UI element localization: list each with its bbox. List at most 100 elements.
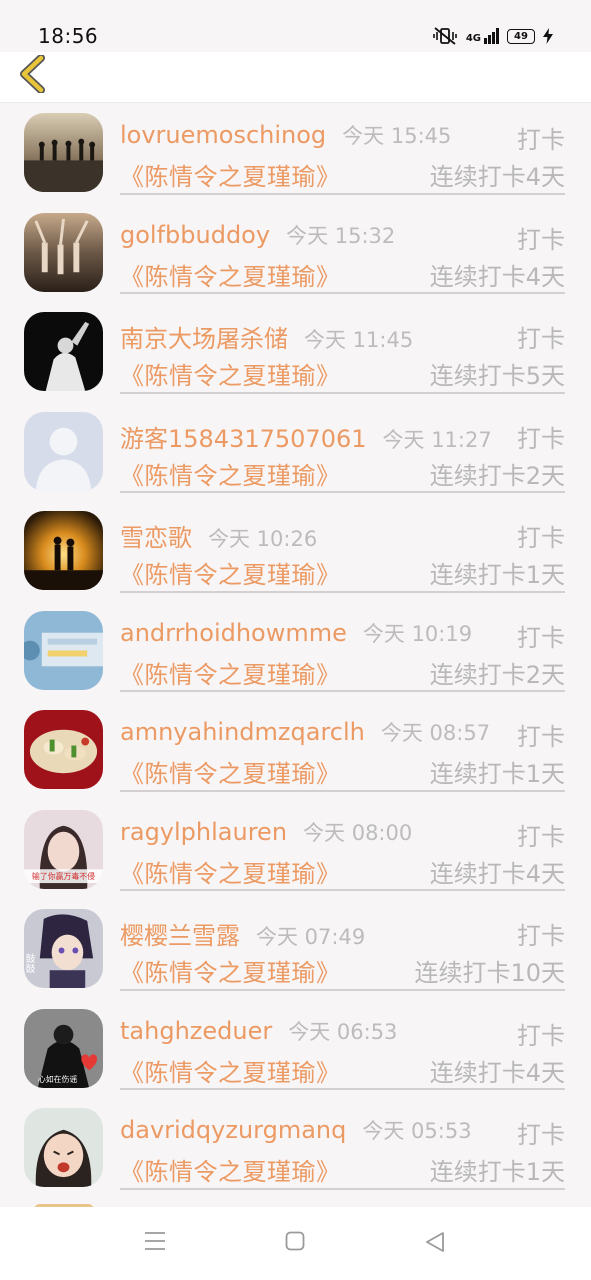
back-arrow-icon bbox=[20, 55, 45, 93]
checkin-label: 打卡 bbox=[517, 623, 565, 652]
menu-icon[interactable] bbox=[144, 1231, 166, 1251]
divider bbox=[120, 590, 565, 593]
list-item[interactable]: 南京大场屠杀储 今天 11:45 打卡 《陈情令之夏瑾瑜》 连续打卡5天 bbox=[0, 302, 591, 402]
divider bbox=[120, 391, 565, 394]
divider bbox=[120, 1088, 565, 1090]
avatar[interactable] bbox=[24, 113, 103, 192]
checkin-time: 今天 11:27 bbox=[382, 427, 492, 452]
user-name[interactable]: lovruemoschinog 今天 15:45 bbox=[120, 120, 451, 150]
checkin-time: 今天 15:32 bbox=[286, 223, 396, 248]
home-icon[interactable] bbox=[285, 1231, 305, 1251]
avatar[interactable] bbox=[24, 710, 103, 789]
avatar-overlay-text: 鼓鼓 bbox=[24, 952, 35, 974]
avatar[interactable] bbox=[24, 610, 103, 690]
avatar[interactable]: 心如在伤谣 bbox=[24, 1008, 103, 1088]
vibrate-mute-icon bbox=[433, 27, 457, 45]
battery-icon: 49 bbox=[507, 28, 535, 44]
avatar-overlay-text: 心如在伤谣 bbox=[38, 1074, 78, 1084]
user-name[interactable]: 游客1584317507061 今天 11:27 bbox=[120, 419, 492, 454]
checkin-label: 打卡 bbox=[517, 325, 565, 353]
book-title[interactable]: 《陈情令之夏瑾瑜》 bbox=[120, 754, 341, 789]
user-name[interactable]: ragylphlauren 今天 08:00 bbox=[120, 817, 412, 847]
book-title[interactable]: 《陈情令之夏瑾瑜》 bbox=[120, 655, 341, 690]
avatar[interactable] bbox=[24, 411, 103, 491]
list-item[interactable]: 心如在伤谣 tahghzeduer 今天 06:53 打卡 《陈情令之夏瑾瑜》 … bbox=[0, 999, 591, 1099]
avatar[interactable]: 输了你赢万毒不侵 bbox=[24, 809, 103, 889]
user-name[interactable]: davridqyzurgmanq 今天 05:53 bbox=[120, 1115, 472, 1145]
book-title[interactable]: 《陈情令之夏瑾瑜》 bbox=[120, 356, 341, 391]
list-item[interactable]: 输了你赢万毒不侵 ragylphlauren 今天 08:00 打卡 《陈情令之… bbox=[0, 800, 591, 900]
streak-text: 连续打卡2天 bbox=[429, 461, 565, 490]
avatar[interactable] bbox=[24, 312, 103, 391]
checkin-label: 打卡 bbox=[517, 822, 565, 851]
list-item[interactable]: andrrhoidhowmme 今天 10:19 打卡 《陈情令之夏瑾瑜》 连续… bbox=[0, 601, 591, 701]
avatar-overlay-text: 输了你赢万毒不侵 bbox=[32, 871, 95, 881]
checkin-label: 打卡 bbox=[517, 1021, 565, 1050]
network-icon: 4G bbox=[466, 28, 499, 44]
divider bbox=[120, 988, 565, 991]
streak-text: 连续打卡4天 bbox=[429, 163, 565, 191]
header bbox=[0, 52, 591, 103]
checkin-time: 今天 15:45 bbox=[342, 124, 452, 148]
checkin-time: 今天 06:53 bbox=[288, 1019, 398, 1044]
user-name[interactable]: golfbbuddoy 今天 15:32 bbox=[120, 220, 395, 250]
user-name[interactable]: andrrhoidhowmme 今天 10:19 bbox=[120, 618, 472, 648]
list-item[interactable]: davridqyzurgmanq 今天 05:53 打卡 《陈情令之夏瑾瑜》 连… bbox=[0, 1098, 591, 1198]
streak-text: 连续打卡1天 bbox=[429, 1158, 565, 1186]
list-item[interactable]: golfbbuddoy 今天 15:32 打卡 《陈情令之夏瑾瑜》 连续打卡4天 bbox=[0, 203, 591, 303]
list-item[interactable]: amnyahindmzqarclh 今天 08:57 打卡 《陈情令之夏瑾瑜》 … bbox=[0, 700, 591, 800]
divider bbox=[120, 690, 565, 692]
divider bbox=[120, 292, 565, 294]
checkin-label: 打卡 bbox=[517, 922, 565, 950]
streak-text: 连续打卡1天 bbox=[429, 561, 565, 589]
checkin-label: 打卡 bbox=[517, 723, 565, 751]
book-title[interactable]: 《陈情令之夏瑾瑜》 bbox=[120, 854, 341, 889]
checkin-list[interactable]: lovruemoschinog 今天 15:45 打卡 《陈情令之夏瑾瑜》 连续… bbox=[0, 103, 591, 1207]
book-title[interactable]: 《陈情令之夏瑾瑜》 bbox=[120, 257, 341, 292]
avatar[interactable] bbox=[24, 1108, 103, 1187]
divider bbox=[120, 192, 565, 195]
checkin-label: 打卡 bbox=[517, 424, 565, 453]
avatar[interactable]: 鼓鼓 bbox=[24, 909, 103, 988]
user-name[interactable]: 雪恋歌 今天 10:26 bbox=[120, 518, 317, 553]
avatar[interactable] bbox=[24, 511, 103, 590]
user-name[interactable]: 樱樱兰雪露 今天 07:49 bbox=[120, 916, 365, 951]
streak-text: 连续打卡4天 bbox=[429, 859, 565, 888]
book-title[interactable]: 《陈情令之夏瑾瑜》 bbox=[120, 456, 341, 491]
book-title[interactable]: 《陈情令之夏瑾瑜》 bbox=[120, 157, 341, 192]
checkin-time: 今天 11:45 bbox=[304, 328, 414, 352]
checkin-label: 打卡 bbox=[517, 524, 565, 552]
user-name[interactable]: 南京大场屠杀储 今天 11:45 bbox=[120, 319, 413, 354]
divider bbox=[120, 491, 565, 493]
list-item[interactable]: 游客1584317507061 今天 11:27 打卡 《陈情令之夏瑾瑜》 连续… bbox=[0, 402, 591, 502]
book-title[interactable]: 《陈情令之夏瑾瑜》 bbox=[120, 1053, 341, 1088]
streak-text: 连续打卡2天 bbox=[429, 660, 565, 689]
status-bar: 18:56 4G 49 bbox=[0, 0, 591, 52]
streak-text: 连续打卡5天 bbox=[429, 362, 565, 390]
back-button[interactable] bbox=[12, 54, 52, 94]
system-nav-bar bbox=[0, 1207, 591, 1280]
book-title[interactable]: 《陈情令之夏瑾瑜》 bbox=[120, 953, 341, 988]
checkin-time: 今天 08:00 bbox=[303, 820, 413, 845]
book-title[interactable]: 《陈情令之夏瑾瑜》 bbox=[120, 555, 341, 590]
user-name[interactable]: tahghzeduer 今天 06:53 bbox=[120, 1016, 397, 1046]
checkin-label: 打卡 bbox=[517, 126, 565, 154]
checkin-time: 今天 08:57 bbox=[380, 721, 491, 745]
list-item[interactable]: lovruemoschinog 今天 15:45 打卡 《陈情令之夏瑾瑜》 连续… bbox=[0, 103, 591, 203]
book-title[interactable]: 《陈情令之夏瑾瑜》 bbox=[120, 1152, 341, 1187]
charging-icon bbox=[543, 28, 553, 44]
checkin-time: 今天 05:53 bbox=[362, 1119, 472, 1143]
streak-text: 连续打卡4天 bbox=[429, 262, 565, 291]
streak-text: 连续打卡4天 bbox=[429, 1058, 565, 1087]
list-item[interactable]: 雪恋歌 今天 10:26 打卡 《陈情令之夏瑾瑜》 连续打卡1天 bbox=[0, 501, 591, 601]
back-triangle-icon[interactable] bbox=[425, 1231, 445, 1253]
status-time: 18:56 bbox=[38, 24, 99, 48]
divider bbox=[120, 889, 565, 891]
streak-text: 连续打卡1天 bbox=[429, 760, 565, 788]
user-name[interactable]: amnyahindmzqarclh 今天 08:57 bbox=[120, 717, 490, 747]
checkin-time: 今天 07:49 bbox=[256, 925, 366, 949]
divider bbox=[120, 789, 565, 792]
avatar[interactable] bbox=[24, 212, 103, 292]
list-item[interactable]: 鼓鼓 樱樱兰雪露 今天 07:49 打卡 《陈情令之夏瑾瑜》 连续打卡10天 bbox=[0, 899, 591, 999]
divider bbox=[120, 1187, 565, 1190]
